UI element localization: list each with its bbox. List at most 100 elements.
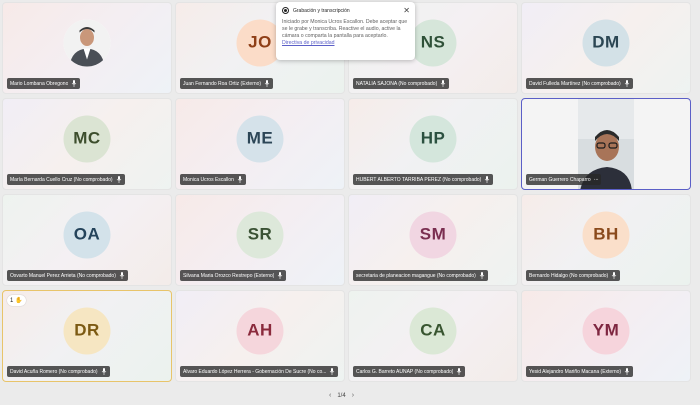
recording-notice-popup: Grabación y transcripción ✕ Iniciado por… bbox=[276, 2, 415, 60]
avatar-initials: DM bbox=[592, 32, 620, 52]
participant-avatar: ME bbox=[236, 115, 284, 163]
avatar-initials: AH bbox=[247, 320, 273, 340]
avatar-initials: DR bbox=[74, 320, 100, 340]
mic-icon bbox=[278, 272, 283, 279]
participant-name-bar: Yesid Alejandro Mariño Macana (Externo) bbox=[526, 366, 634, 377]
next-page-button[interactable]: › bbox=[352, 392, 354, 399]
participant-tile[interactable]: BH Bernardo Hidalgo (No comprobado) bbox=[521, 194, 691, 286]
participant-name: Silvana Maria Orozco Restrepo (Externo) bbox=[183, 272, 275, 279]
recording-notice-title: Grabación y transcripción bbox=[293, 7, 350, 14]
participant-tile[interactable]: MC María Bernarda Cuello Cruz (No compro… bbox=[2, 98, 172, 190]
participant-tile[interactable]: SM secretaria de planeacion magangue (No… bbox=[348, 194, 518, 286]
participant-tile[interactable]: Mario Lombana Obregono bbox=[2, 2, 172, 94]
raised-hand-badge: 1 ✋ bbox=[7, 295, 26, 306]
participant-name: Juan Fernando Roa Ortiz (Externo) bbox=[183, 80, 262, 87]
participant-avatar: BH bbox=[582, 211, 630, 259]
participant-name-bar: Juan Fernando Roa Ortiz (Externo) bbox=[180, 78, 274, 89]
mic-icon bbox=[624, 80, 629, 87]
participant-avatar: SR bbox=[236, 211, 284, 259]
participant-avatar: NS bbox=[409, 19, 457, 67]
avatar-initials: MC bbox=[73, 128, 101, 148]
participant-avatar: DM bbox=[582, 19, 630, 67]
participant-name-bar: Mario Lombana Obregono bbox=[7, 78, 81, 89]
avatar-initials: SM bbox=[419, 224, 447, 244]
mic-icon bbox=[330, 368, 335, 375]
participant-tile[interactable]: ME Monica Ucros Escallon bbox=[175, 98, 345, 190]
participant-photo bbox=[63, 19, 111, 67]
participant-name: Carlos G. Barreto AUNAP (No comprobado) bbox=[356, 368, 454, 375]
participant-name-bar: Alvaro Eduardo López Herrera - Gobernaci… bbox=[180, 366, 339, 377]
participant-avatar: OA bbox=[63, 211, 111, 259]
participant-avatar: DR bbox=[63, 307, 111, 355]
participant-tile-hand-raised[interactable]: 1 ✋ DR David Acuña Romero (No comprobado… bbox=[2, 290, 172, 382]
mic-icon bbox=[72, 80, 77, 87]
gallery-pager: ‹ 1/4 › bbox=[329, 392, 354, 399]
previous-page-button[interactable]: ‹ bbox=[329, 392, 331, 399]
raised-hand-icon: ✋ bbox=[15, 298, 23, 304]
participant-name-bar: German Guerrero Chaparro ··· bbox=[526, 174, 602, 185]
more-options-icon[interactable]: ··· bbox=[594, 177, 599, 183]
participant-name: HUBERT ALBERTO TARRIBA PEREZ (No comprob… bbox=[356, 176, 482, 183]
mic-icon bbox=[485, 176, 490, 183]
participant-name: German Guerrero Chaparro bbox=[529, 176, 591, 183]
mic-icon bbox=[624, 368, 630, 375]
mic-icon bbox=[611, 272, 617, 279]
raised-hand-count: 1 bbox=[10, 297, 14, 304]
participant-tile[interactable]: YM Yesid Alejandro Mariño Macana (Extern… bbox=[521, 290, 691, 382]
participant-name-bar: Monica Ucros Escallon bbox=[180, 174, 246, 185]
record-icon bbox=[282, 7, 289, 14]
participant-avatar: YM bbox=[582, 307, 630, 355]
mic-icon bbox=[237, 176, 243, 183]
recording-notice-message: Iniciado por Monica Ucros Escallon. Debe… bbox=[282, 19, 408, 39]
recording-notice-body: Iniciado por Monica Ucros Escallon. Debe… bbox=[282, 19, 409, 47]
participant-name: Bernardo Hidalgo (No comprobado) bbox=[529, 272, 609, 279]
avatar-initials: YM bbox=[592, 320, 620, 340]
participant-name-bar: secretaria de planeacion magangue (No co… bbox=[353, 270, 488, 281]
participant-avatar: HP bbox=[409, 115, 457, 163]
avatar-initials: BH bbox=[593, 224, 619, 244]
mic-icon bbox=[119, 272, 125, 279]
avatar-initials: ME bbox=[246, 128, 274, 148]
participant-name: NATALIA SAJONA (No comprobado) bbox=[356, 80, 438, 87]
participant-name: secretaria de planeacion magangue (No co… bbox=[356, 272, 476, 279]
participant-name: David Fulleda Martínez (No comprobado) bbox=[529, 80, 621, 87]
participant-tile[interactable]: AH Alvaro Eduardo López Herrera - Gobern… bbox=[175, 290, 345, 382]
participant-name-bar: Silvana Maria Orozco Restrepo (Externo) bbox=[180, 270, 287, 281]
avatar-initials: CA bbox=[420, 320, 446, 340]
participant-name-bar: Carlos G. Barreto AUNAP (No comprobado) bbox=[353, 366, 466, 377]
recording-notice-header: Grabación y transcripción bbox=[282, 7, 409, 14]
participant-tile[interactable]: DM David Fulleda Martínez (No comprobado… bbox=[521, 2, 691, 94]
avatar-initials: HP bbox=[420, 128, 446, 148]
participant-name: Monica Ucros Escallon bbox=[183, 176, 234, 183]
participant-name: María Bernarda Cuello Cruz (No comprobad… bbox=[10, 176, 113, 183]
participant-name-bar: David Fulleda Martínez (No comprobado) bbox=[526, 78, 633, 89]
participant-avatar: MC bbox=[63, 115, 111, 163]
participant-tile[interactable]: HP HUBERT ALBERTO TARRIBA PEREZ (No comp… bbox=[348, 98, 518, 190]
avatar-initials: JO bbox=[248, 32, 272, 52]
avatar-initials: SR bbox=[247, 224, 273, 244]
participant-name: David Acuña Romero (No comprobado) bbox=[10, 368, 98, 375]
participant-avatar: SM bbox=[409, 211, 457, 259]
participant-tile[interactable]: SR Silvana Maria Orozco Restrepo (Extern… bbox=[175, 194, 345, 286]
participant-name-bar: Osvarto Manuel Perez Arrieta (No comprob… bbox=[7, 270, 128, 281]
participant-avatar: CA bbox=[409, 307, 457, 355]
mic-icon bbox=[116, 176, 121, 183]
close-icon[interactable]: ✕ bbox=[403, 6, 410, 15]
mic-icon bbox=[457, 368, 462, 375]
mic-icon bbox=[479, 272, 485, 279]
participant-avatar: AH bbox=[236, 307, 284, 355]
page-indicator: 1/4 bbox=[337, 392, 346, 399]
participant-name-bar: María Bernarda Cuello Cruz (No comprobad… bbox=[7, 174, 125, 185]
participant-name-bar: Bernardo Hidalgo (No comprobado) bbox=[526, 270, 621, 281]
participant-name-bar: HUBERT ALBERTO TARRIBA PEREZ (No comprob… bbox=[353, 174, 494, 185]
mic-icon bbox=[441, 80, 446, 87]
participant-name: Alvaro Eduardo López Herrera - Gobernaci… bbox=[183, 368, 327, 375]
privacy-policy-link[interactable]: Directiva de privacidad bbox=[282, 40, 334, 46]
participant-name: Mario Lombana Obregono bbox=[10, 80, 69, 87]
mic-icon bbox=[101, 368, 106, 375]
participant-name-bar: David Acuña Romero (No comprobado) bbox=[7, 366, 110, 377]
participant-tile[interactable]: CA Carlos G. Barreto AUNAP (No comprobad… bbox=[348, 290, 518, 382]
participant-tile[interactable]: OA Osvarto Manuel Perez Arrieta (No comp… bbox=[2, 194, 172, 286]
participant-name: Osvarto Manuel Perez Arrieta (No comprob… bbox=[10, 272, 116, 279]
participant-tile-active-speaker[interactable]: German Guerrero Chaparro ··· bbox=[521, 98, 691, 190]
